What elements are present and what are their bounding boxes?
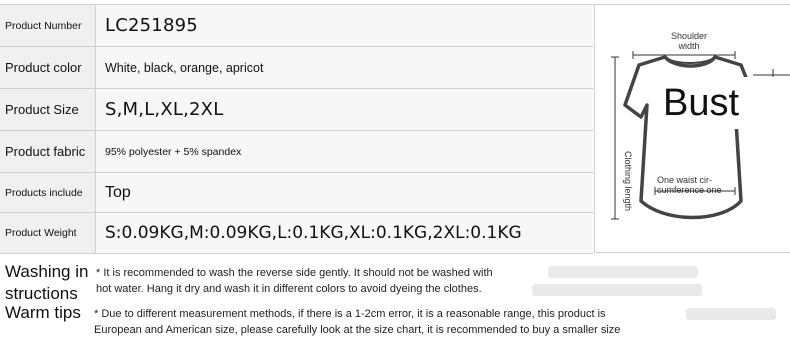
spec-label: Products include [0,173,96,212]
spec-row-product-size: Product Size S,M,L,XL,2XL [0,88,593,130]
washing-instructions: Washing in structions * It is recommende… [0,260,790,304]
size-figure-panel: Shoulder width Bust One waist cir- cumfe… [594,4,790,253]
blurred-block [532,284,702,296]
blurred-block [548,266,698,278]
spec-value: Top [105,183,131,201]
spec-label: Product color [0,47,96,88]
spec-value: 95% polyester + 5% spandex [105,145,242,158]
washing-text: * It is recommended to wash the reverse … [96,267,493,295]
spec-value: S,M,L,XL,2XL [105,99,224,120]
spec-label: Product Number [0,5,96,46]
spec-row-product-number: Product Number LC251895 [0,4,593,46]
washing-title: Washing in structions [5,262,89,303]
waist-label: One waist cir- cumference one [657,175,722,195]
spec-label: Product Size [0,89,96,130]
spec-value: S:0.09KG,M:0.09KG,L:0.1KG,XL:0.1KG,2XL:0… [105,223,522,243]
bust-label: Bust [663,82,740,124]
spec-value: LC251895 [105,15,198,36]
warm-tips-title: Warm tips [5,303,81,322]
spec-row-product-weight: Product Weight S:0.09KG,M:0.09KG,L:0.1KG… [0,212,593,254]
blurred-block [686,308,776,320]
product-spec-sheet: Product Number LC251895 Product color Wh… [0,0,790,339]
shoulder-width-label: Shoulder width [671,31,708,51]
clothing-length-label: Clothing length [623,151,633,212]
spec-row-product-color: Product color White, black, orange, apri… [0,46,593,88]
spec-value: White, black, orange, apricot [105,60,264,75]
warm-tips: Warm tips * Due to different measurement… [0,303,790,339]
spec-label: Product Weight [0,213,96,253]
spec-row-product-fabric: Product fabric 95% polyester + 5% spande… [0,130,593,172]
spec-label: Product fabric [0,131,96,172]
warm-tips-text: * Due to different measurement methods, … [94,308,621,336]
spec-row-products-include: Products include Top [0,172,593,212]
